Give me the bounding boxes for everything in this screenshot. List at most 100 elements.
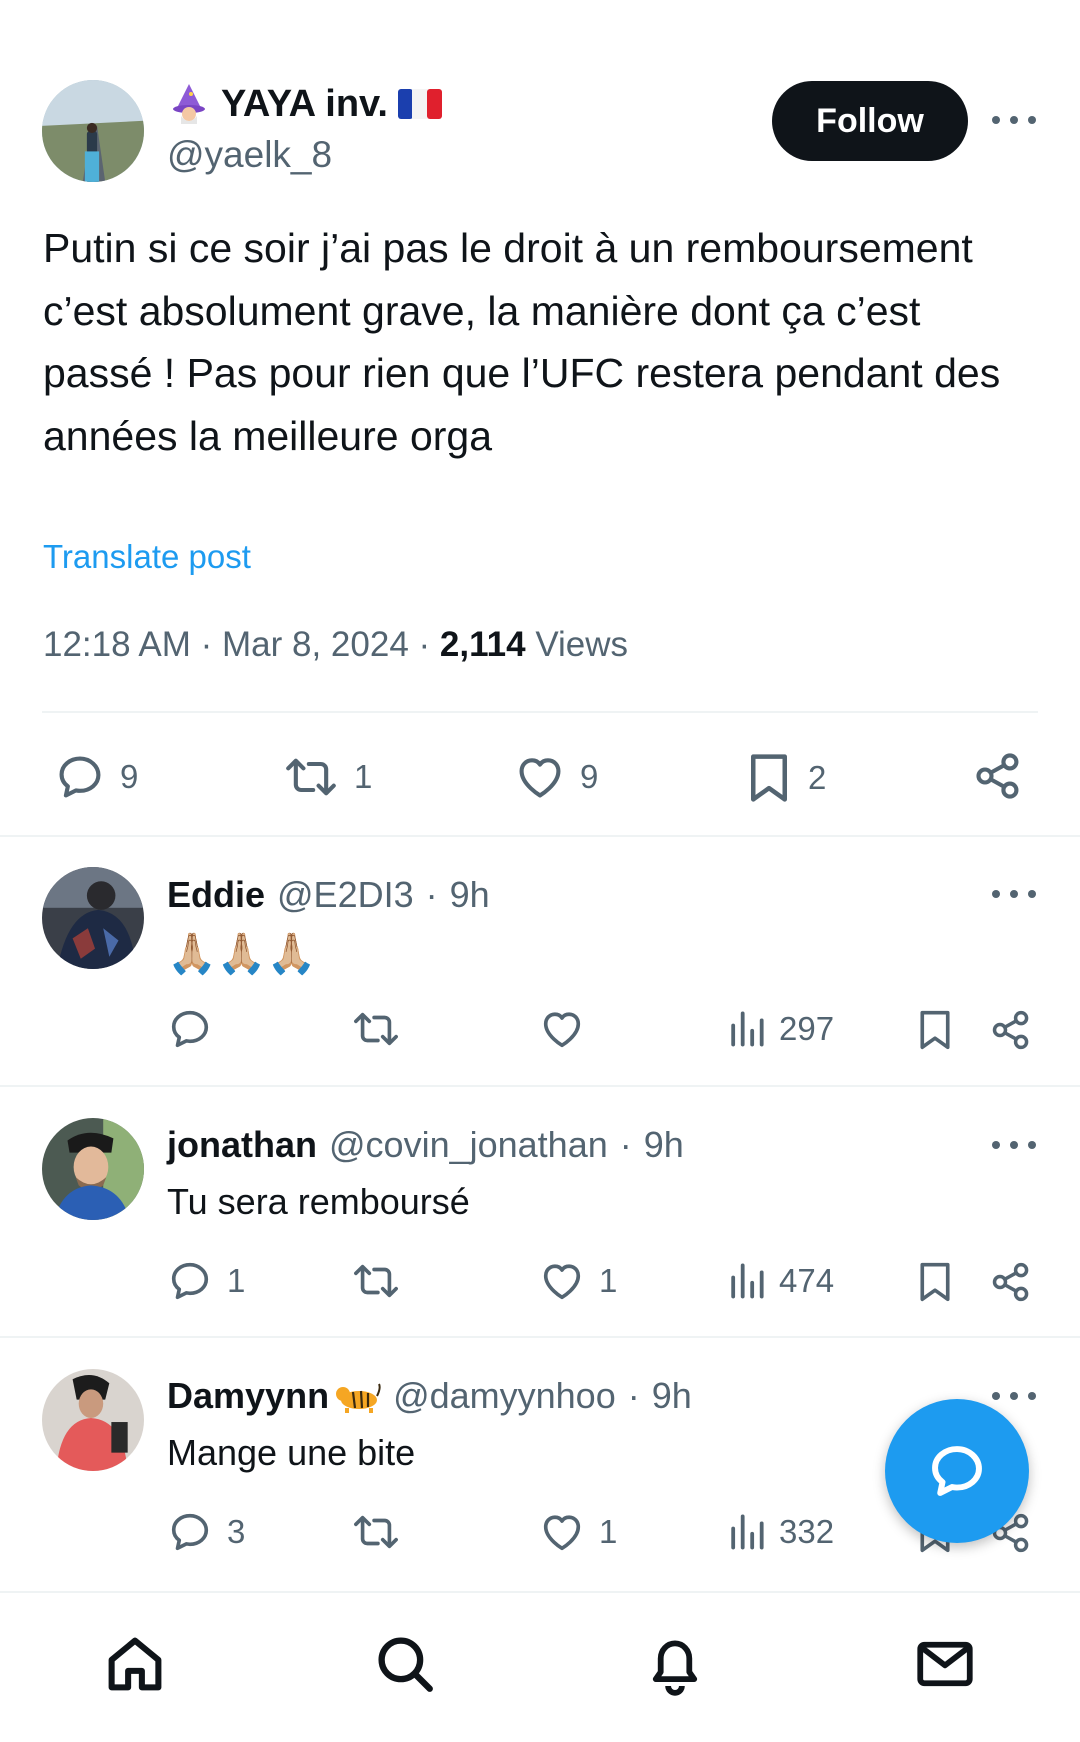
bookmark-count: 2 [808, 759, 827, 796]
reply-count: 3 [227, 1513, 246, 1550]
bookmark-button[interactable] [915, 1260, 955, 1304]
reply-bubble-icon [932, 1446, 982, 1496]
reply-button[interactable]: 3 [167, 1509, 245, 1555]
search-icon [378, 1637, 433, 1692]
avatar[interactable] [42, 867, 144, 969]
avatar[interactable] [42, 80, 144, 182]
avatar[interactable] [42, 1118, 144, 1220]
bookmark-icon [751, 754, 787, 802]
compose-reply-button[interactable] [885, 1399, 1029, 1543]
reply-time[interactable]: 9h [450, 874, 490, 916]
reply-time[interactable]: 9h [652, 1375, 692, 1417]
share-icon [992, 1262, 1029, 1302]
more-options-icon[interactable] [992, 1386, 1036, 1406]
meta-separator: · [200, 625, 213, 664]
tweet-text: Putin si ce soir j’ai pas le droit à un … [43, 225, 1001, 459]
repost-icon [354, 1012, 398, 1046]
views-label: Views [535, 625, 629, 664]
reply-author-handle[interactable]: @E2DI3 [277, 874, 414, 916]
reply-icon [171, 1513, 209, 1551]
mage-emoji-icon [173, 84, 205, 124]
author-handle[interactable]: @yaelk_8 [167, 134, 332, 176]
meta-separator: · [627, 1375, 640, 1416]
reply-text: Mange une bite [167, 1432, 416, 1473]
repost-icon [286, 758, 336, 796]
france-flag-icon [397, 89, 442, 119]
share-button[interactable] [989, 1260, 1033, 1304]
repost-button[interactable] [351, 1006, 401, 1052]
repost-button[interactable]: 1 [282, 751, 372, 803]
praying-hands-emoji: 🙏🏼🙏🏼🙏🏼 [167, 932, 317, 976]
reply-button[interactable] [167, 1006, 227, 1052]
nav-home[interactable] [100, 1629, 170, 1699]
bell-icon [652, 1640, 698, 1696]
share-button[interactable] [972, 750, 1024, 802]
repost-icon [354, 1515, 398, 1549]
repost-count: 1 [354, 758, 373, 795]
views-button[interactable]: 297 [729, 1010, 834, 1048]
repost-button[interactable] [351, 1258, 401, 1304]
like-count: 9 [580, 758, 599, 795]
share-button[interactable] [989, 1008, 1033, 1052]
heart-icon [543, 1515, 581, 1551]
tweet-time[interactable]: 12:18 AM [43, 625, 191, 664]
reply-author-name[interactable]: Damyynn [167, 1375, 329, 1417]
more-options-icon[interactable] [992, 110, 1036, 130]
repost-button[interactable] [351, 1509, 401, 1555]
bookmark-button[interactable]: 2 [744, 751, 826, 805]
meta-separator: · [418, 625, 431, 664]
reply-header: jonathan @covin_jonathan · 9h [167, 1124, 684, 1166]
views-count: 297 [779, 1010, 835, 1047]
nav-search[interactable] [370, 1629, 440, 1699]
like-count: 1 [599, 1262, 618, 1299]
views-button[interactable]: 474 [729, 1262, 834, 1300]
more-options-icon[interactable] [992, 1135, 1036, 1155]
share-icon [992, 1010, 1029, 1050]
divider [0, 835, 1080, 837]
display-name-row[interactable]: YAYA inv. [167, 82, 442, 126]
reply-author-name[interactable]: jonathan [167, 1124, 317, 1166]
like-button[interactable]: 9 [514, 751, 598, 803]
reply-count: 1 [227, 1262, 246, 1299]
reply-author-name[interactable]: Eddie [167, 874, 265, 916]
tweet-meta: 12:18 AM · Mar 8, 2024 · 2,114 Views [43, 625, 628, 665]
bottom-nav [0, 1593, 1080, 1742]
reply-button[interactable]: 1 [167, 1258, 245, 1304]
views-button[interactable]: 332 [729, 1513, 834, 1551]
nav-notifications[interactable] [640, 1629, 710, 1699]
reply-count: 9 [120, 758, 139, 795]
translate-post-link[interactable]: Translate post [43, 538, 251, 576]
like-button[interactable]: 1 [539, 1509, 617, 1555]
repost-icon [354, 1264, 398, 1298]
meta-separator: · [425, 874, 438, 915]
views-icon [731, 1263, 764, 1299]
reply-icon [59, 756, 101, 798]
like-button[interactable] [539, 1006, 599, 1052]
more-options-icon[interactable] [992, 884, 1036, 904]
views-count: 474 [779, 1262, 835, 1299]
reply-button[interactable]: 9 [54, 751, 138, 803]
reply-text: 🙏🏼🙏🏼🙏🏼 [167, 930, 316, 977]
views-count: 2,114 [439, 625, 526, 664]
like-button[interactable]: 1 [539, 1258, 617, 1304]
nav-messages[interactable] [910, 1629, 980, 1699]
reply-icon [171, 1262, 209, 1300]
reply-time[interactable]: 9h [644, 1124, 684, 1166]
heart-icon [543, 1012, 581, 1048]
tweet-date[interactable]: Mar 8, 2024 [222, 625, 409, 664]
mail-icon [917, 1641, 973, 1687]
views-count: 332 [779, 1513, 835, 1550]
follow-button[interactable]: Follow [772, 81, 968, 161]
bookmark-icon [920, 1010, 950, 1050]
like-count: 1 [599, 1513, 618, 1550]
heart-icon [543, 1264, 581, 1300]
reply-author-handle[interactable]: @damyynhoo [393, 1375, 616, 1417]
share-icon [976, 753, 1019, 799]
reply-author-handle[interactable]: @covin_jonathan [329, 1124, 608, 1166]
avatar[interactable] [42, 1369, 144, 1471]
reply-text: Tu sera remboursé [167, 1181, 470, 1222]
bookmark-button[interactable] [915, 1008, 955, 1052]
reply-header: Eddie @E2DI3 · 9h [167, 874, 490, 916]
reply-header: Damyynn @damyynhoo · 9h [167, 1375, 692, 1417]
meta-separator: · [619, 1124, 632, 1165]
